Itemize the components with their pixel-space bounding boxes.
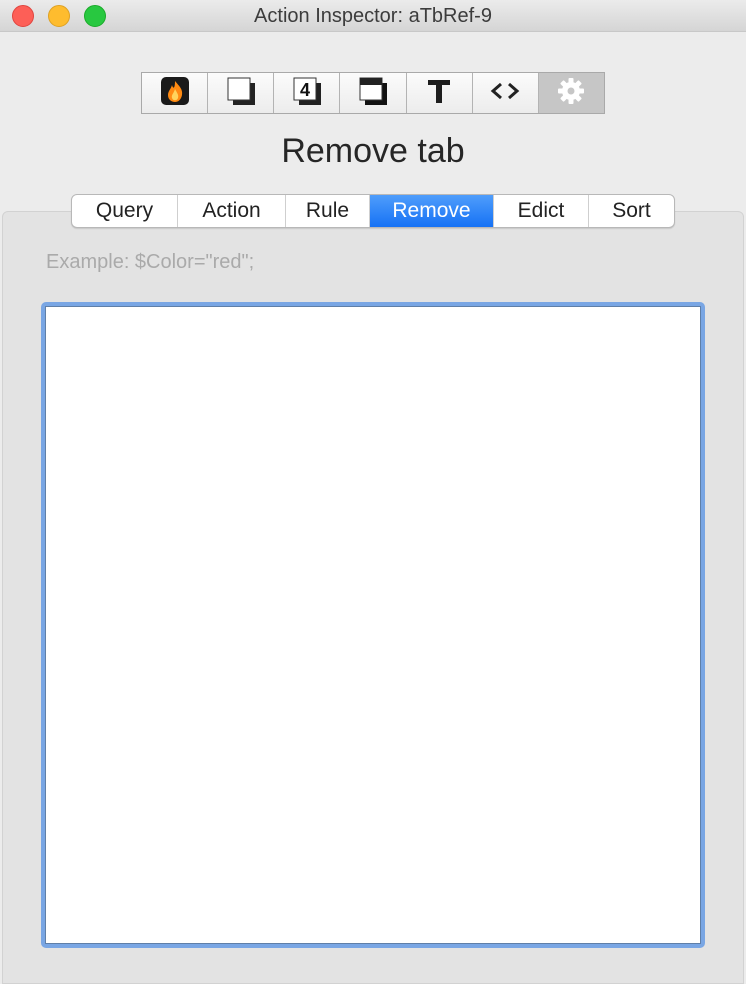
text-icon: [425, 77, 453, 110]
toolbar-button-general[interactable]: [142, 73, 209, 113]
inspector-window: Action Inspector: aTbRef-9 4 Remove tab …: [0, 0, 746, 984]
toolbar-button-badge[interactable]: 4: [274, 73, 341, 113]
code-editor[interactable]: [45, 306, 701, 944]
flame-icon: [160, 76, 190, 111]
code-editor-focus-ring: [41, 302, 705, 948]
toolbar-button-appearance[interactable]: [208, 73, 275, 113]
shadow-icon: [357, 75, 389, 112]
tab-sort[interactable]: Sort: [589, 195, 674, 227]
tab-remove[interactable]: Remove: [370, 195, 494, 227]
toolbar-button-actions[interactable]: [538, 73, 604, 113]
tab-bar: Query Action Rule Remove Edict Sort: [71, 194, 675, 228]
example-hint: Example: $Color="red";: [46, 251, 255, 273]
toolbar-button-shadow[interactable]: [340, 73, 407, 113]
toolbar-button-text[interactable]: [406, 73, 473, 113]
tab-edict[interactable]: Edict: [494, 195, 589, 227]
toolbar-button-export[interactable]: [472, 73, 539, 113]
note-icon: [225, 75, 257, 112]
gear-icon: [556, 76, 586, 111]
title-bar[interactable]: Action Inspector: aTbRef-9: [0, 0, 746, 32]
window-title: Action Inspector: aTbRef-9: [254, 5, 492, 27]
code-icon: [488, 79, 522, 108]
inspector-toolbar: 4: [141, 72, 605, 114]
tab-action[interactable]: Action: [178, 195, 286, 227]
inspector-title: Remove tab: [281, 132, 465, 170]
svg-text:4: 4: [300, 80, 310, 100]
tab-query[interactable]: Query: [72, 195, 178, 227]
number-icon: 4: [291, 75, 323, 112]
tab-rule[interactable]: Rule: [286, 195, 370, 227]
